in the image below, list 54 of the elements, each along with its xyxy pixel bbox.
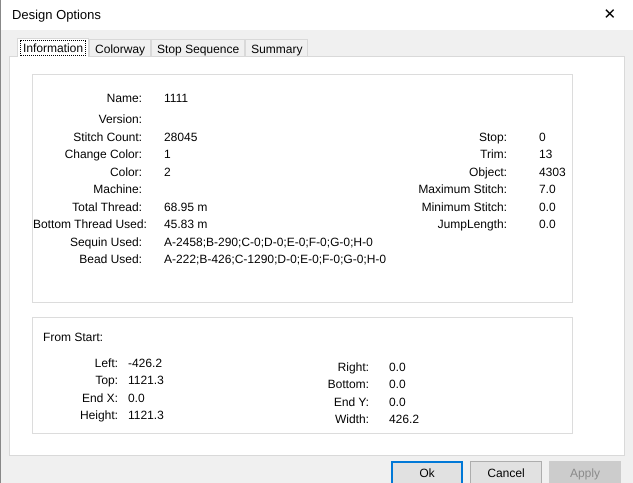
window-title: Design Options bbox=[12, 6, 101, 24]
field-label: Object: bbox=[468, 164, 507, 181]
field-label: Stop: bbox=[478, 128, 507, 146]
field-value: 0.0 bbox=[128, 390, 145, 405]
field-label: Minimum Stitch: bbox=[420, 198, 507, 216]
field-label: Color: bbox=[108, 164, 142, 181]
field-value: 45.83 m bbox=[164, 217, 208, 232]
tab[interactable]: Information bbox=[17, 38, 90, 57]
field-value: 13 bbox=[539, 147, 552, 162]
field-value: 0.0 bbox=[389, 377, 406, 392]
field-value: 0.0 bbox=[389, 394, 406, 409]
field-value: 2 bbox=[164, 164, 171, 179]
field-value: 1121.3 bbox=[128, 408, 164, 422]
dialog-button[interactable]: Cancel bbox=[470, 461, 542, 483]
field-label: Sequin Used: bbox=[68, 234, 142, 251]
field-value: 1121.3 bbox=[128, 373, 164, 388]
field-label: Bead Used: bbox=[78, 251, 142, 268]
field-label: Trim: bbox=[479, 146, 507, 164]
field-value: 0.0 bbox=[539, 217, 556, 232]
field-label: Name: bbox=[106, 90, 142, 107]
field-label: Height: bbox=[78, 407, 118, 424]
field-label: Version: bbox=[98, 111, 142, 128]
field-label: End X: bbox=[80, 390, 118, 407]
field-label: Right: bbox=[336, 358, 369, 376]
field-label: Top: bbox=[94, 372, 118, 390]
field-value: A-222;B-426;C-1290;D-0;E-0;F-0;G-0;H-0 bbox=[164, 252, 386, 266]
tab[interactable]: Summary bbox=[245, 39, 308, 56]
field-value: 28045 bbox=[164, 130, 198, 144]
field-label: Bottom: bbox=[326, 376, 369, 394]
field-label: Stitch Count: bbox=[72, 128, 142, 146]
field-label: Width: bbox=[334, 411, 369, 428]
field-value: 0 bbox=[539, 130, 546, 144]
field-value: -426.2 bbox=[128, 356, 162, 370]
field-label: Maximum Stitch: bbox=[417, 181, 507, 198]
field-value: 1 bbox=[164, 147, 171, 162]
field-value: 68.95 m bbox=[164, 200, 208, 214]
close-button[interactable]: ✕ bbox=[587, 0, 633, 30]
field-label: Change Color: bbox=[64, 146, 142, 164]
field-value: 426.2 bbox=[389, 412, 420, 426]
field-value: 4303 bbox=[539, 164, 566, 179]
field-label: Total Thread: bbox=[71, 198, 142, 216]
field-label: Left: bbox=[94, 354, 118, 372]
field-value: 0.0 bbox=[539, 200, 556, 214]
tab[interactable]: Stop Sequence bbox=[151, 39, 246, 56]
group-title: From Start: bbox=[43, 329, 104, 345]
field-value: 7.0 bbox=[539, 182, 556, 196]
field-label: JumpLength: bbox=[436, 216, 507, 234]
field-label: End Y: bbox=[332, 394, 369, 411]
field-value: A-2458;B-290;C-0;D-0;E-0;F-0;G-0;H-0 bbox=[164, 234, 373, 249]
field-value: 0.0 bbox=[389, 360, 406, 374]
field-value: 1111 bbox=[164, 90, 188, 105]
dialog-button[interactable]: Ok bbox=[391, 461, 463, 483]
field-label: Machine: bbox=[92, 181, 142, 198]
tab[interactable]: Colorway bbox=[89, 39, 152, 56]
